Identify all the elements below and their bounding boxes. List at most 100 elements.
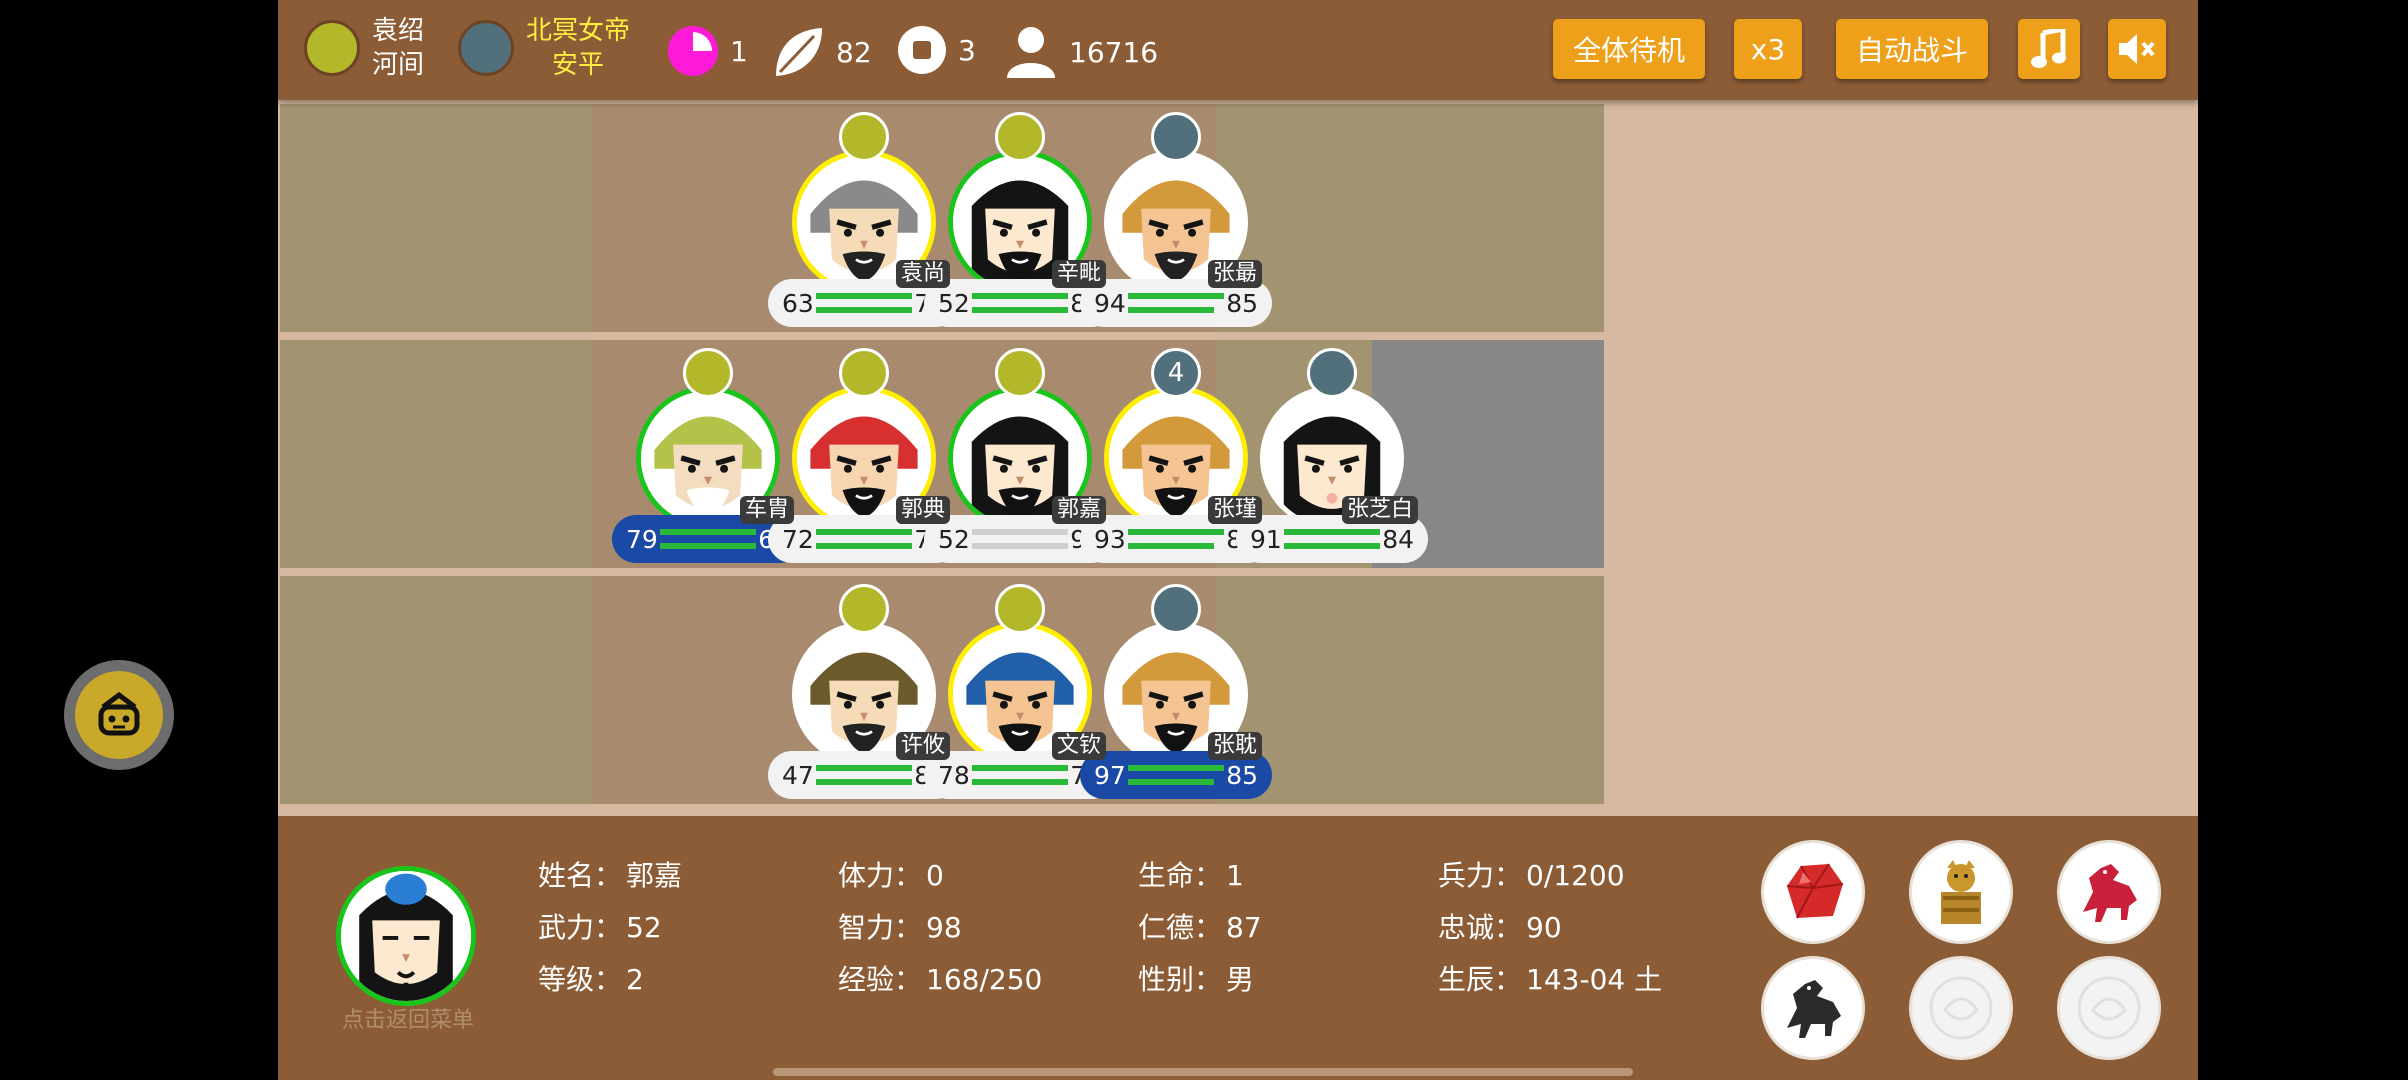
- back-to-menu-link[interactable]: 点击返回菜单: [328, 1002, 488, 1034]
- general-name-label: 郭典: [895, 496, 950, 524]
- attribute-value: 0/1200: [1526, 859, 1625, 892]
- unit-attack-value: 79: [626, 524, 658, 554]
- game-screen: 袁绍 河间 北冥女帝 安平 1 82 3 16716 全体待机 x3 自动战斗 …: [278, 0, 2198, 1080]
- food-stat: 82: [770, 24, 872, 80]
- square-stop-icon: [898, 26, 946, 74]
- red-horse-icon: [2083, 864, 2137, 922]
- unit-hp-bar: [660, 543, 756, 549]
- unit-hp-bar: [1284, 529, 1380, 535]
- attribute-field: 经验： 168/250: [838, 958, 1042, 998]
- black-horse-icon: [1787, 980, 1841, 1038]
- item-slot-black-horse[interactable]: [1761, 956, 1865, 1060]
- faction-label: 北冥女帝 安平: [526, 14, 630, 82]
- action-stat: 3: [896, 24, 976, 76]
- unit-hp-bar: [816, 543, 912, 549]
- faction-flag-badge: [839, 112, 889, 162]
- unit-attack-value: 78: [938, 760, 970, 790]
- attribute-field: 智力： 98: [838, 906, 962, 946]
- faction-flag-badge: [839, 348, 889, 398]
- attribute-label: 生命：: [1138, 859, 1223, 892]
- all-standby-button[interactable]: 全体待机: [1553, 19, 1705, 79]
- faction-city: 河间: [372, 50, 425, 80]
- attribute-label: 武力：: [538, 911, 623, 944]
- unit-hp-bar: [1128, 293, 1224, 299]
- item-slot-red-horse[interactable]: [2057, 840, 2161, 944]
- mute-button[interactable]: [2108, 19, 2166, 79]
- attribute-value: 98: [926, 911, 962, 944]
- faction-flag-badge: [683, 348, 733, 398]
- attribute-value: 0: [926, 859, 944, 892]
- attribute-field: 性别：男: [1138, 958, 1254, 998]
- fish-face-icon: [75, 671, 163, 759]
- faction-city: 安平: [552, 50, 605, 80]
- unit-hp-bar: [972, 765, 1068, 771]
- board-cell[interactable]: [1372, 576, 1604, 804]
- faction-beiming[interactable]: 北冥女帝 安平: [458, 14, 630, 82]
- unit-attack-value: 97: [1094, 760, 1126, 790]
- panel-scrollbar[interactable]: [773, 1068, 1633, 1076]
- unit-hp-bar: [1284, 543, 1380, 549]
- treasure-chest-icon: [1941, 860, 1981, 924]
- faction-label: 袁绍 河间: [372, 14, 424, 82]
- attribute-label: 性别：: [1138, 963, 1223, 996]
- attribute-label: 体力：: [838, 859, 923, 892]
- attribute-value: 90: [1526, 911, 1562, 944]
- attribute-field: 姓名： 郭嘉: [538, 854, 682, 894]
- general-unit[interactable]: 张耽 97 85: [1076, 578, 1276, 799]
- general-name-label: 文钦: [1051, 732, 1106, 760]
- unit-health-bars: [1128, 529, 1224, 549]
- board-cell[interactable]: [1372, 104, 1604, 332]
- item-slot-empty[interactable]: [1909, 956, 2013, 1060]
- item-slot-empty[interactable]: [2057, 956, 2161, 1060]
- battle-board: 袁尚6375辛毗5284张朂9485车胄7965郭典7273郭嘉52984张瑾9…: [278, 100, 2198, 816]
- floating-assistant-button[interactable]: [64, 660, 174, 770]
- attribute-field: 等级： 2: [538, 958, 644, 998]
- general-unit[interactable]: 张朂 94 85: [1076, 106, 1276, 327]
- attribute-value: 52: [626, 911, 662, 944]
- unit-health-bars: [972, 529, 1068, 549]
- unit-hp-bar: [816, 779, 912, 785]
- unit-attack-value: 63: [782, 288, 814, 318]
- item-slot-red-gem[interactable]: [1761, 840, 1865, 944]
- faction-flag-badge: [1307, 348, 1357, 398]
- top-bar: 袁绍 河间 北冥女帝 安平 1 82 3 16716 全体待机 x3 自动战斗: [278, 0, 2198, 100]
- unit-attack-value: 93: [1094, 524, 1126, 554]
- faction-yuanshao[interactable]: 袁绍 河间: [304, 14, 424, 82]
- attribute-value: 郭嘉: [626, 859, 683, 892]
- attribute-field: 武力： 52: [538, 906, 662, 946]
- attribute-field: 体力： 0: [838, 854, 944, 894]
- general-unit[interactable]: 张芝白 91 84: [1232, 342, 1432, 563]
- food-value: 82: [836, 35, 872, 69]
- unit-attack-value: 52: [938, 288, 970, 318]
- population-value: 16716: [1069, 35, 1159, 69]
- unit-health-bars: [816, 529, 912, 549]
- unit-attack-value: 47: [782, 760, 814, 790]
- person-icon: [1007, 27, 1055, 78]
- music-button[interactable]: [2018, 19, 2080, 79]
- music-note-icon: [2031, 29, 2066, 68]
- speaker-mute-icon: [2119, 34, 2155, 64]
- speed-button[interactable]: x3: [1734, 19, 1802, 79]
- unit-health-bars: [1284, 529, 1380, 549]
- empty-slot-icon: [2077, 976, 2141, 1040]
- general-face-icon: [341, 871, 471, 1001]
- unit-intel-value: 85: [1226, 288, 1258, 318]
- faction-leader: 北冥女帝: [526, 16, 631, 46]
- selected-general-portrait[interactable]: [336, 866, 476, 1006]
- unit-health-bars: [1128, 765, 1224, 785]
- attribute-label: 兵力：: [1438, 859, 1523, 892]
- faction-flag-badge: [1151, 584, 1201, 634]
- empty-slot-icon: [1929, 976, 1993, 1040]
- attribute-label: 仁德：: [1138, 911, 1223, 944]
- unit-attack-value: 91: [1250, 524, 1282, 554]
- attribute-value: 87: [1226, 911, 1262, 944]
- unit-hp-bar: [816, 765, 912, 771]
- unit-hp-bar: [972, 529, 1068, 535]
- faction-color-dot: [304, 20, 360, 76]
- general-name-label: 车胄: [739, 496, 794, 524]
- faction-flag-badge: 4: [1151, 348, 1201, 398]
- unit-health-bars: [1128, 293, 1224, 313]
- attribute-field: 忠诚： 90: [1438, 906, 1562, 946]
- auto-battle-button[interactable]: 自动战斗: [1836, 19, 1988, 79]
- item-slot-treasure[interactable]: [1909, 840, 2013, 944]
